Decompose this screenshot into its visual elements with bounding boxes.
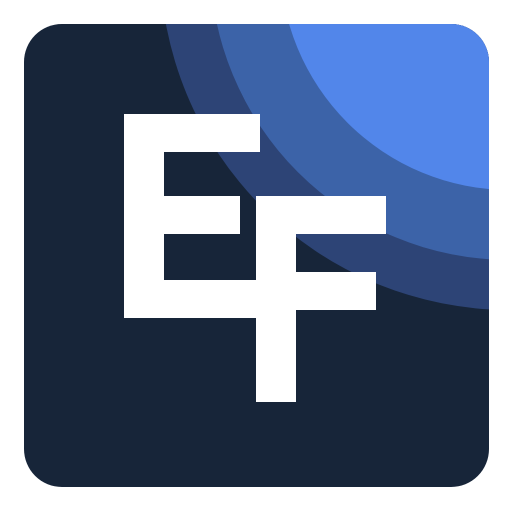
icon-canvas: EF: [0, 0, 512, 512]
ef-app-icon: [24, 24, 489, 487]
letter-e-glyph: [124, 114, 260, 318]
